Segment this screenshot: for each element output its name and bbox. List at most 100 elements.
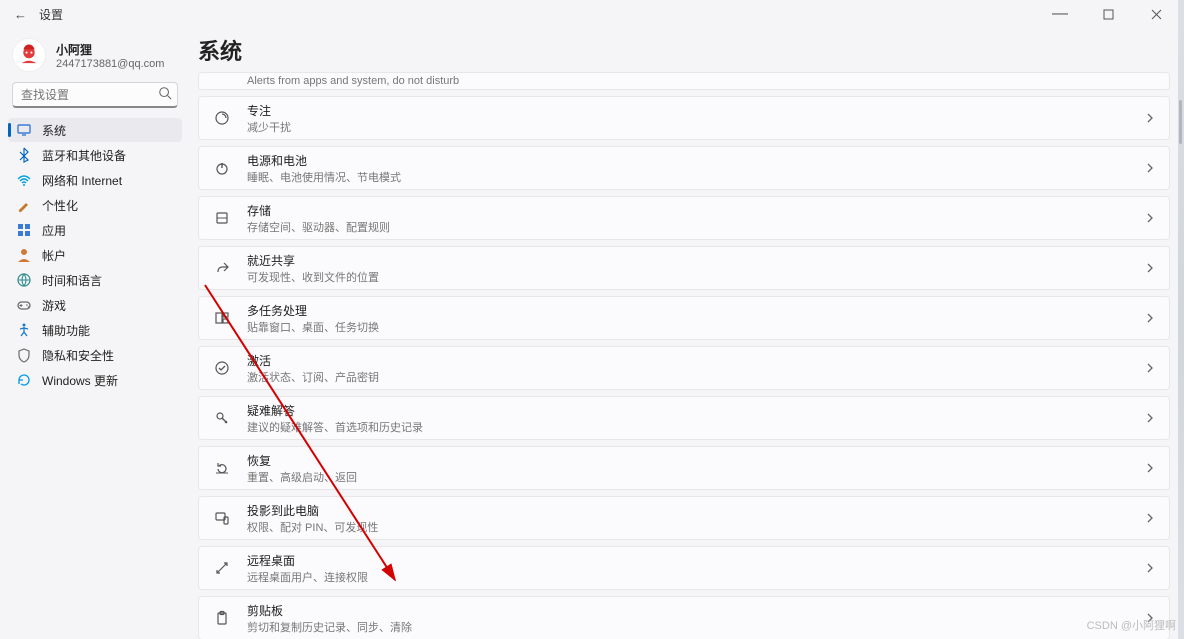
card-subtitle: Alerts from apps and system, do not dist… (247, 75, 459, 87)
settings-card-focus[interactable]: 专注 减少干扰 (198, 96, 1170, 140)
settings-card-storage[interactable]: 存储 存储空间、驱动器、配置规则 (198, 196, 1170, 240)
card-subtitle: 权限、配对 PIN、可发现性 (247, 519, 1129, 535)
minimize-button[interactable]: ― (1040, 2, 1080, 26)
settings-card-multitask[interactable]: 多任务处理 贴靠窗口、桌面、任务切换 (198, 296, 1170, 340)
card-title: 投影到此电脑 (247, 502, 1129, 519)
settings-card-recover[interactable]: 恢复 重置、高级启动、返回 (198, 446, 1170, 490)
settings-card-remote[interactable]: 远程桌面 远程桌面用户、连接权限 (198, 546, 1170, 590)
settings-card-clipboard[interactable]: 剪贴板 剪切和复制历史记录、同步、清除 (198, 596, 1170, 639)
person-icon (16, 247, 32, 263)
card-subtitle: 远程桌面用户、连接权限 (247, 569, 1129, 585)
update-icon (16, 372, 32, 388)
sidebar-item-label: 网络和 Internet (42, 172, 122, 189)
sidebar-item-apps[interactable]: 应用 (8, 218, 182, 242)
sidebar-item-person[interactable]: 帐户 (8, 243, 182, 267)
bg-edge (1178, 0, 1184, 639)
brush-icon (16, 197, 32, 213)
project-icon (213, 509, 231, 527)
avatar (12, 38, 46, 72)
recover-icon (213, 459, 231, 477)
access-icon (16, 322, 32, 338)
remote-icon (213, 559, 231, 577)
wifi-icon (16, 172, 32, 188)
chevron-right-icon (1145, 163, 1155, 173)
sidebar-item-globe[interactable]: 时间和语言 (8, 268, 182, 292)
sidebar: 小阿狸 2447173881@qq.com 系统蓝牙和其他设备网络和 Inter… (0, 28, 190, 639)
shield-icon (16, 347, 32, 363)
card-title: 就近共享 (247, 252, 1129, 269)
close-button[interactable] (1136, 2, 1176, 26)
card-title: 激活 (247, 352, 1129, 369)
user-block[interactable]: 小阿狸 2447173881@qq.com (8, 34, 182, 82)
sidebar-item-shield[interactable]: 隐私和安全性 (8, 343, 182, 367)
sidebar-item-label: Windows 更新 (42, 372, 118, 389)
sidebar-item-brush[interactable]: 个性化 (8, 193, 182, 217)
settings-card-power[interactable]: 电源和电池 睡眠、电池使用情况、节电模式 (198, 146, 1170, 190)
settings-card-partial[interactable]: Alerts from apps and system, do not dist… (198, 72, 1170, 90)
card-title: 恢复 (247, 452, 1129, 469)
app-title: 设置 (39, 6, 63, 23)
card-subtitle: 睡眠、电池使用情况、节电模式 (247, 169, 1129, 185)
bluetooth-icon (16, 147, 32, 163)
watermark: CSDN @小阿狸啊 (1087, 617, 1176, 633)
display-icon (16, 122, 32, 138)
sidebar-item-label: 系统 (42, 122, 66, 139)
chevron-right-icon (1145, 463, 1155, 473)
settings-card-share[interactable]: 就近共享 可发现性、收到文件的位置 (198, 246, 1170, 290)
search-icon (158, 86, 172, 100)
settings-card-project[interactable]: 投影到此电脑 权限、配对 PIN、可发现性 (198, 496, 1170, 540)
sidebar-item-label: 应用 (42, 222, 66, 239)
sidebar-item-wifi[interactable]: 网络和 Internet (8, 168, 182, 192)
page-title: 系统 (198, 34, 1176, 66)
sidebar-item-update[interactable]: Windows 更新 (8, 368, 182, 392)
sidebar-item-game[interactable]: 游戏 (8, 293, 182, 317)
multitask-icon (213, 309, 231, 327)
sidebar-item-label: 个性化 (42, 197, 78, 214)
settings-card-trouble[interactable]: 疑难解答 建议的疑难解答、首选项和历史记录 (198, 396, 1170, 440)
back-button[interactable]: ← (8, 5, 33, 24)
user-name: 小阿狸 (56, 41, 164, 58)
search-box[interactable] (12, 82, 178, 108)
sidebar-item-display[interactable]: 系统 (8, 118, 182, 142)
power-icon (213, 159, 231, 177)
settings-card-activate[interactable]: 激活 激活状态、订阅、产品密钥 (198, 346, 1170, 390)
chevron-right-icon (1145, 513, 1155, 523)
chevron-right-icon (1145, 413, 1155, 423)
maximize-button[interactable] (1088, 2, 1128, 26)
search-input[interactable] (12, 82, 178, 108)
settings-list: Alerts from apps and system, do not dist… (190, 72, 1176, 639)
card-title: 多任务处理 (247, 302, 1129, 319)
sidebar-item-label: 辅助功能 (42, 322, 90, 339)
card-title: 专注 (247, 102, 1129, 119)
card-title: 电源和电池 (247, 152, 1129, 169)
card-subtitle: 可发现性、收到文件的位置 (247, 269, 1129, 285)
sidebar-item-label: 时间和语言 (42, 272, 102, 289)
card-subtitle: 重置、高级启动、返回 (247, 469, 1129, 485)
sidebar-item-label: 隐私和安全性 (42, 347, 114, 364)
storage-icon (213, 209, 231, 227)
globe-icon (16, 272, 32, 288)
card-subtitle: 贴靠窗口、桌面、任务切换 (247, 319, 1129, 335)
clipboard-icon (213, 609, 231, 627)
main: 系统 Alerts from apps and system, do not d… (190, 28, 1184, 639)
card-subtitle: 剪切和复制历史记录、同步、清除 (247, 619, 1129, 635)
sidebar-item-access[interactable]: 辅助功能 (8, 318, 182, 342)
sidebar-item-label: 游戏 (42, 297, 66, 314)
sidebar-item-label: 蓝牙和其他设备 (42, 147, 126, 164)
card-subtitle: 减少干扰 (247, 119, 1129, 135)
card-title: 剪贴板 (247, 602, 1129, 619)
chevron-right-icon (1145, 363, 1155, 373)
sidebar-item-bluetooth[interactable]: 蓝牙和其他设备 (8, 143, 182, 167)
focus-icon (213, 109, 231, 127)
chevron-right-icon (1145, 563, 1155, 573)
card-title: 存储 (247, 202, 1129, 219)
titlebar: ← 设置 ― (0, 0, 1184, 28)
chevron-right-icon (1145, 113, 1155, 123)
apps-icon (16, 222, 32, 238)
trouble-icon (213, 409, 231, 427)
game-icon (16, 297, 32, 313)
chevron-right-icon (1145, 213, 1155, 223)
card-subtitle: 存储空间、驱动器、配置规则 (247, 219, 1129, 235)
card-title: 远程桌面 (247, 552, 1129, 569)
share-icon (213, 259, 231, 277)
